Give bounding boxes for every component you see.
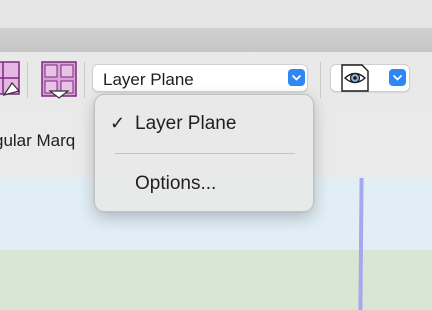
marquee-type-label: gular Marq — [0, 131, 76, 150]
menu-item-label: Options... — [135, 173, 217, 194]
window-top-strip — [0, 0, 432, 28]
menu-item-label: Layer Plane — [135, 113, 237, 134]
chevron-down-icon — [389, 69, 406, 86]
layer-plane-select[interactable]: Layer Plane — [92, 64, 308, 92]
canvas-region-green[interactable] — [0, 250, 432, 310]
chevron-down-icon — [288, 69, 305, 86]
toolbar-divider — [84, 62, 85, 98]
toolbar-divider — [320, 62, 321, 98]
view-options-select[interactable] — [330, 64, 410, 92]
layer-plane-dropdown-menu: ✓ Layer Plane Options... — [94, 94, 314, 212]
menu-separator — [115, 153, 295, 154]
toolbar-divider — [27, 62, 28, 98]
menu-item-options[interactable]: Options... — [95, 169, 313, 199]
marquee-corner-icon[interactable] — [0, 61, 21, 97]
menu-item-layer-plane[interactable]: ✓ Layer Plane — [95, 109, 313, 139]
grid-split-icon[interactable] — [41, 61, 77, 99]
eye-icon — [341, 64, 369, 97]
title-bar-shadow — [0, 28, 432, 52]
checkmark-icon: ✓ — [110, 113, 126, 133]
layer-plane-select-value: Layer Plane — [103, 70, 194, 89]
